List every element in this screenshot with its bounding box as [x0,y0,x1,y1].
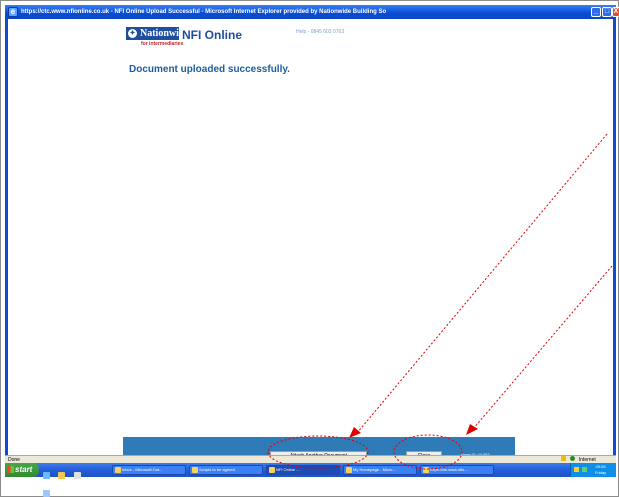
system-tray: 09:05 Friday [570,463,616,477]
ie-quicklaunch-icon[interactable] [43,472,50,479]
screenshot-frame: e https://ctc.www.nfionline.co.uk - NFI … [0,0,619,497]
taskbar-item-label: Inbox - Microsoft Out... [122,467,163,472]
taskbar-item-label: My Homepage - Micro... [353,467,396,472]
app-name: NFI Online [182,28,242,42]
start-button[interactable]: start [5,463,39,477]
nationwide-emblem-icon: ✦ [128,29,137,38]
outlook-icon [115,467,121,473]
start-label: start [15,465,33,474]
window-title: https://ctc.www.nfionline.co.uk - NFI On… [21,9,387,15]
taskbar-item-label: https://ctc.www.nfio... [430,467,468,472]
folder-quicklaunch-icon[interactable] [58,472,66,479]
logo-subtitle: for intermediaries [141,41,184,47]
status-bar: Done Internet [5,455,616,463]
clock-day: Friday [595,470,607,475]
desktop-quicklaunch-icon[interactable] [73,472,81,479]
taskbar-item-label: NFI Online ... [276,467,300,472]
help-line: Help - 0845 603 0763 [296,29,345,35]
title-bar: e https://ctc.www.nfionline.co.uk - NFI … [5,5,619,19]
taskbar: start Inbox - Microsoft Out... Scripts t… [5,463,616,497]
close-window-button[interactable]: X [612,7,619,17]
maximize-button[interactable]: □ [602,7,612,17]
nationwide-logo: ✦ Nationwide [126,27,189,40]
taskbar-item-label: Scripts to be agreed [199,467,235,472]
minimize-button[interactable]: _ [591,7,601,17]
globe-icon [570,456,576,461]
page-title: Document uploaded successfully. [129,64,290,75]
window-border-right [613,19,616,455]
taskbar-item[interactable]: Inbox - Microsoft Out... [112,465,186,475]
taskbar-item[interactable]: NFI Online ... [266,465,340,475]
lock-icon [561,456,566,461]
taskbar-item[interactable]: My Homepage - Micro... [343,465,417,475]
document-icon [192,467,198,473]
taskbar-item[interactable]: https://ctc.www.nfio... [420,465,494,475]
clock: 09:05 Friday [595,464,606,476]
ie-icon [346,467,352,473]
tray-icon[interactable] [582,467,587,472]
windows-flag-icon [7,466,14,473]
document-icon [269,467,275,473]
internet-explorer-icon: e [8,7,18,17]
ie-icon [423,467,429,473]
tray-icon[interactable] [574,467,579,472]
taskbar-item[interactable]: Scripts to be agreed [189,465,263,475]
page-content: ✦ Nationwide for intermediaries NFI Onli… [8,19,613,445]
quick-launch [43,466,93,497]
outlook-quicklaunch-icon[interactable] [43,490,50,497]
